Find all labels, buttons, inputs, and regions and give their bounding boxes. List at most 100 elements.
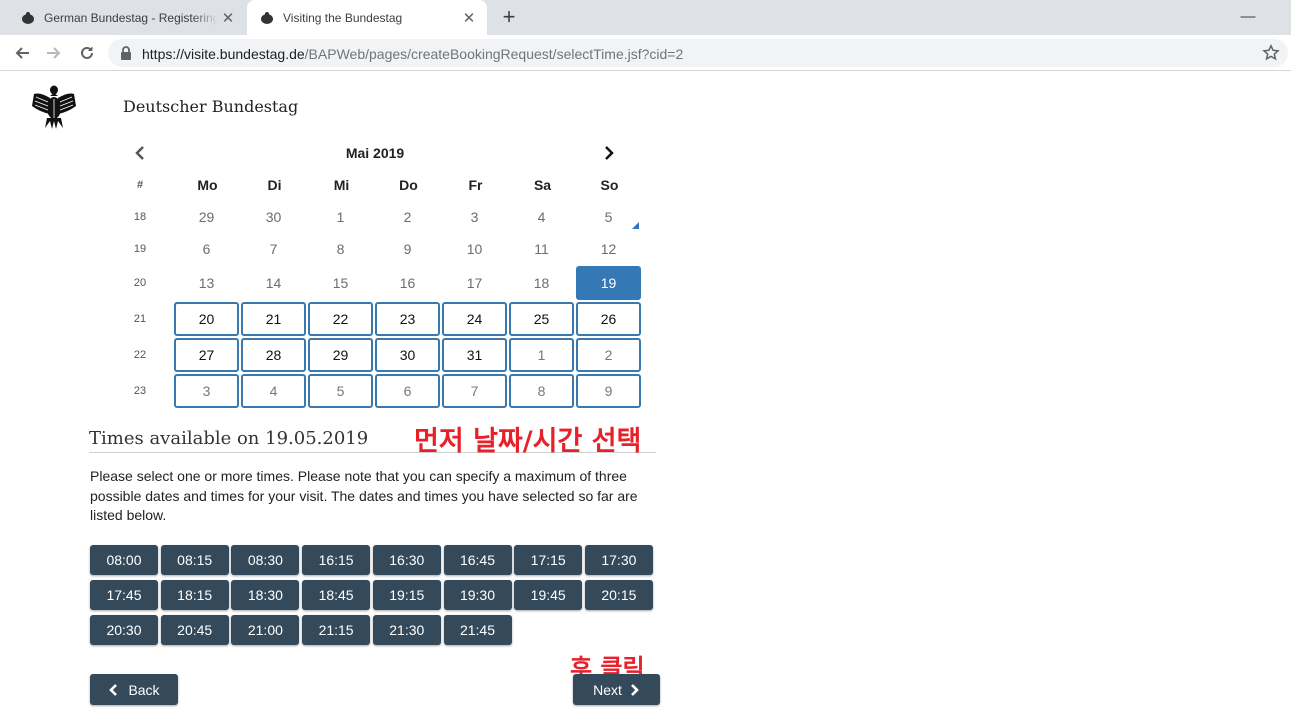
- calendar-day[interactable]: 26: [576, 302, 641, 336]
- calendar-day[interactable]: 3: [174, 374, 239, 408]
- calendar-day-selected[interactable]: 19: [576, 266, 641, 300]
- chevron-left-icon: [108, 683, 118, 696]
- calendar-day: 30: [265, 209, 282, 225]
- week-number: 23: [133, 385, 147, 397]
- time-slot-button[interactable]: 19:30: [443, 580, 512, 610]
- calendar-day: 18: [533, 275, 550, 291]
- calendar-day: 7: [269, 241, 278, 257]
- calendar-day[interactable]: 25: [509, 302, 574, 336]
- time-slot-button[interactable]: 21:00: [231, 615, 300, 645]
- week-number: 18: [133, 211, 147, 223]
- calendar-day: 13: [198, 275, 215, 291]
- time-slot-button[interactable]: 17:15: [514, 545, 583, 575]
- close-icon[interactable]: ✕: [218, 8, 238, 28]
- time-slot-button[interactable]: 16:30: [372, 545, 441, 575]
- federal-eagle-icon[interactable]: [30, 84, 78, 130]
- eagle-favicon-icon: [20, 10, 36, 26]
- tab-title: German Bundestag - Registering: [44, 10, 218, 25]
- time-slot-button[interactable]: 08:15: [160, 545, 229, 575]
- time-slot-button[interactable]: 19:15: [372, 580, 441, 610]
- calendar-day: 29: [198, 209, 215, 225]
- calendar-day[interactable]: 6: [375, 374, 440, 408]
- calendar-day[interactable]: 30: [375, 338, 440, 372]
- time-slot-button[interactable]: 18:45: [302, 580, 371, 610]
- time-slot-button[interactable]: 20:30: [90, 615, 158, 645]
- time-slot-button[interactable]: 21:30: [372, 615, 441, 645]
- calendar-month-title: Mai 2019: [345, 145, 405, 161]
- calendar-corner-marker: [632, 222, 639, 229]
- lock-icon: [120, 46, 132, 60]
- annotation-select-first: 먼저 날짜/시간 선택: [414, 426, 642, 457]
- time-slot-button[interactable]: 21:15: [302, 615, 371, 645]
- weekday-mo: Mo: [197, 177, 218, 193]
- time-slot-button[interactable]: 20:45: [160, 615, 229, 645]
- time-slot-button[interactable]: 08:00: [90, 545, 158, 575]
- calendar-day: 17: [466, 275, 483, 291]
- calendar-day[interactable]: 4: [241, 374, 306, 408]
- calendar-day[interactable]: 2: [576, 338, 641, 372]
- chevron-right-icon[interactable]: [597, 141, 621, 165]
- calendar-day: 16: [399, 275, 416, 291]
- time-slot-button[interactable]: 21:45: [443, 615, 512, 645]
- url-host: https://visite.bundestag.de: [142, 46, 305, 62]
- next-button[interactable]: Next: [573, 674, 660, 705]
- chevron-left-icon[interactable]: [128, 141, 152, 165]
- forward-arrow-icon[interactable]: [42, 41, 66, 65]
- weekday-di: Di: [267, 177, 282, 193]
- time-slot-button[interactable]: 18:30: [231, 580, 300, 610]
- back-arrow-icon[interactable]: [10, 41, 34, 65]
- reload-icon[interactable]: [75, 41, 99, 65]
- chevron-right-icon: [630, 683, 640, 696]
- calendar-day[interactable]: 9: [576, 374, 641, 408]
- weekday-sa: Sa: [533, 177, 552, 193]
- browser-toolbar: https://visite.bundestag.de/BAPWeb/pages…: [0, 35, 1291, 71]
- calendar-day: 10: [466, 241, 483, 257]
- calendar-day[interactable]: 22: [308, 302, 373, 336]
- back-button[interactable]: Back: [90, 674, 178, 705]
- calendar-day[interactable]: 20: [174, 302, 239, 336]
- time-slot-button[interactable]: 17:30: [584, 545, 653, 575]
- next-button-label: Next: [593, 681, 622, 698]
- week-number-header: #: [136, 179, 144, 191]
- calendar-day[interactable]: 24: [442, 302, 507, 336]
- calendar-day[interactable]: 27: [174, 338, 239, 372]
- eagle-favicon-icon: [259, 10, 275, 26]
- calendar-day[interactable]: 31: [442, 338, 507, 372]
- calendar-day[interactable]: 21: [241, 302, 306, 336]
- times-heading: Times available on 19.05.2019: [89, 428, 369, 449]
- time-slot-button[interactable]: 08:30: [231, 545, 300, 575]
- minimize-icon[interactable]: —: [1238, 6, 1258, 26]
- bookmark-star-icon[interactable]: [1262, 44, 1280, 62]
- time-slot-button[interactable]: 18:15: [160, 580, 229, 610]
- back-button-label: Back: [128, 681, 160, 698]
- new-tab-icon[interactable]: +: [498, 4, 520, 29]
- site-name: Deutscher Bundestag: [123, 97, 299, 116]
- calendar-day: 12: [600, 241, 617, 257]
- calendar-day: 6: [202, 241, 211, 257]
- close-icon[interactable]: ✕: [459, 8, 479, 28]
- calendar-day[interactable]: 7: [442, 374, 507, 408]
- calendar-day: 1: [336, 209, 345, 225]
- calendar-day[interactable]: 8: [509, 374, 574, 408]
- calendar-day: 11: [534, 241, 549, 257]
- browser-tab-registering[interactable]: German Bundestag - Registering ✕: [8, 0, 246, 35]
- weekday-fr: Fr: [468, 177, 483, 193]
- time-slot-button[interactable]: 19:45: [514, 580, 583, 610]
- calendar-day[interactable]: 23: [375, 302, 440, 336]
- week-number: 21: [133, 313, 147, 325]
- address-bar[interactable]: https://visite.bundestag.de/BAPWeb/pages…: [108, 39, 1288, 67]
- time-slot-button[interactable]: 16:15: [302, 545, 371, 575]
- calendar-day[interactable]: 5: [308, 374, 373, 408]
- url-text: https://visite.bundestag.de/BAPWeb/pages…: [142, 46, 683, 62]
- instructions-text: Please select one or more times. Please …: [90, 468, 638, 523]
- calendar-day[interactable]: 1: [509, 338, 574, 372]
- calendar-day[interactable]: 29: [308, 338, 373, 372]
- calendar-day[interactable]: 28: [241, 338, 306, 372]
- time-slot-button[interactable]: 17:45: [90, 580, 158, 610]
- browser-tab-visiting[interactable]: Visiting the Bundestag ✕: [247, 0, 487, 35]
- calendar-day: 9: [403, 241, 412, 257]
- weekday-so: So: [600, 177, 619, 193]
- time-slot-button[interactable]: 20:15: [584, 580, 653, 610]
- time-slot-button[interactable]: 16:45: [443, 545, 512, 575]
- weekday-do: Do: [399, 177, 418, 193]
